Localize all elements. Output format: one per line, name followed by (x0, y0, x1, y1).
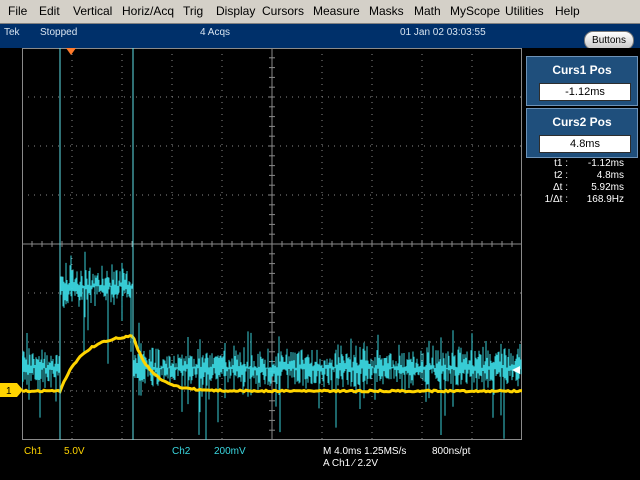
status-bar: Tek Stopped 4 Acqs 01 Jan 02 03:03:55 (0, 24, 640, 48)
record-resolution: 800ns/pt (432, 446, 471, 457)
menu-vertical[interactable]: Vertical (73, 4, 112, 18)
t1-value: -1.12ms (587, 158, 624, 169)
delta-t-label: Δt : (552, 182, 568, 193)
menu-utilities[interactable]: Utilities (505, 4, 544, 18)
menu-masks[interactable]: Masks (369, 4, 404, 18)
curs1-pos-title: Curs1 Pos (552, 63, 612, 77)
menu-math[interactable]: Math (414, 4, 441, 18)
date-time: 01 Jan 02 03:03:55 (400, 27, 486, 38)
cursor-panel: Curs1 Pos -1.12ms Curs2 Pos 4.8ms t1 : -… (524, 48, 640, 480)
trigger-readout[interactable]: A Ch1 ⁄ 2.2V (323, 458, 378, 469)
delta-t-value: 5.92ms (591, 182, 624, 193)
curs2-pos-field[interactable]: 4.8ms (539, 135, 631, 153)
t2-label: t2 : (554, 170, 568, 181)
ch1-ground-marker[interactable]: 1 (0, 383, 24, 397)
curs2-pos-title: Curs2 Pos (552, 115, 612, 129)
brand-label: Tek (4, 27, 20, 38)
menu-help[interactable]: Help (555, 4, 580, 18)
menu-trig[interactable]: Trig (183, 4, 203, 18)
menu-cursors[interactable]: Cursors (262, 4, 304, 18)
t2-value: 4.8ms (596, 170, 624, 181)
menu-measure[interactable]: Measure (313, 4, 360, 18)
menu-myscope[interactable]: MyScope (450, 4, 500, 18)
waveform-display (22, 48, 522, 440)
svg-text:1: 1 (6, 386, 12, 397)
trigger-position-icon (66, 48, 76, 55)
menu-horiz-acq[interactable]: Horiz/Acq (122, 4, 174, 18)
ch2-label[interactable]: Ch2 (172, 446, 190, 457)
curs1-pos-box[interactable]: Curs1 Pos -1.12ms (526, 56, 638, 106)
graticule-grid (22, 48, 522, 440)
menu-display[interactable]: Display (216, 4, 255, 18)
ch1-scale[interactable]: 5.0V (64, 446, 85, 457)
timebase-readout[interactable]: M 4.0ms 1.25MS/s (323, 446, 406, 457)
menu-bar: File Edit Vertical Horiz/Acq Trig Displa… (0, 0, 640, 24)
inverse-delta-t-label: 1/Δt : (544, 194, 568, 205)
inverse-delta-t-value: 168.9Hz (586, 194, 624, 205)
curs1-pos-field[interactable]: -1.12ms (539, 83, 631, 101)
ch2-scale[interactable]: 200mV (214, 446, 246, 457)
menu-edit[interactable]: Edit (39, 4, 60, 18)
t1-label: t1 : (554, 158, 568, 169)
acquisition-count: 4 Acqs (200, 27, 231, 38)
curs2-pos-box[interactable]: Curs2 Pos 4.8ms (526, 108, 638, 158)
run-state[interactable]: Stopped (40, 27, 77, 38)
menu-file[interactable]: File (8, 4, 27, 18)
ch1-label[interactable]: Ch1 (24, 446, 42, 457)
